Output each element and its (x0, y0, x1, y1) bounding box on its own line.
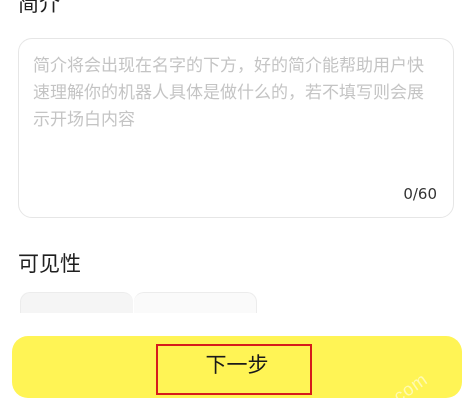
visibility-option-2[interactable] (134, 292, 257, 313)
visibility-options (20, 292, 260, 313)
description-field[interactable]: 0/60 (18, 38, 454, 218)
description-section-title: 简介 (18, 0, 60, 16)
visibility-section-title: 可见性 (18, 252, 81, 276)
next-step-button[interactable]: 下一步 nz.com (12, 336, 462, 405)
next-step-label: 下一步 (205, 353, 269, 377)
character-counter: 0/60 (403, 185, 437, 203)
visibility-option-1[interactable] (20, 292, 133, 313)
bot-setup-page: 简介 0/60 可见性 下一步 nz.com (0, 0, 474, 405)
description-input[interactable] (33, 53, 437, 173)
